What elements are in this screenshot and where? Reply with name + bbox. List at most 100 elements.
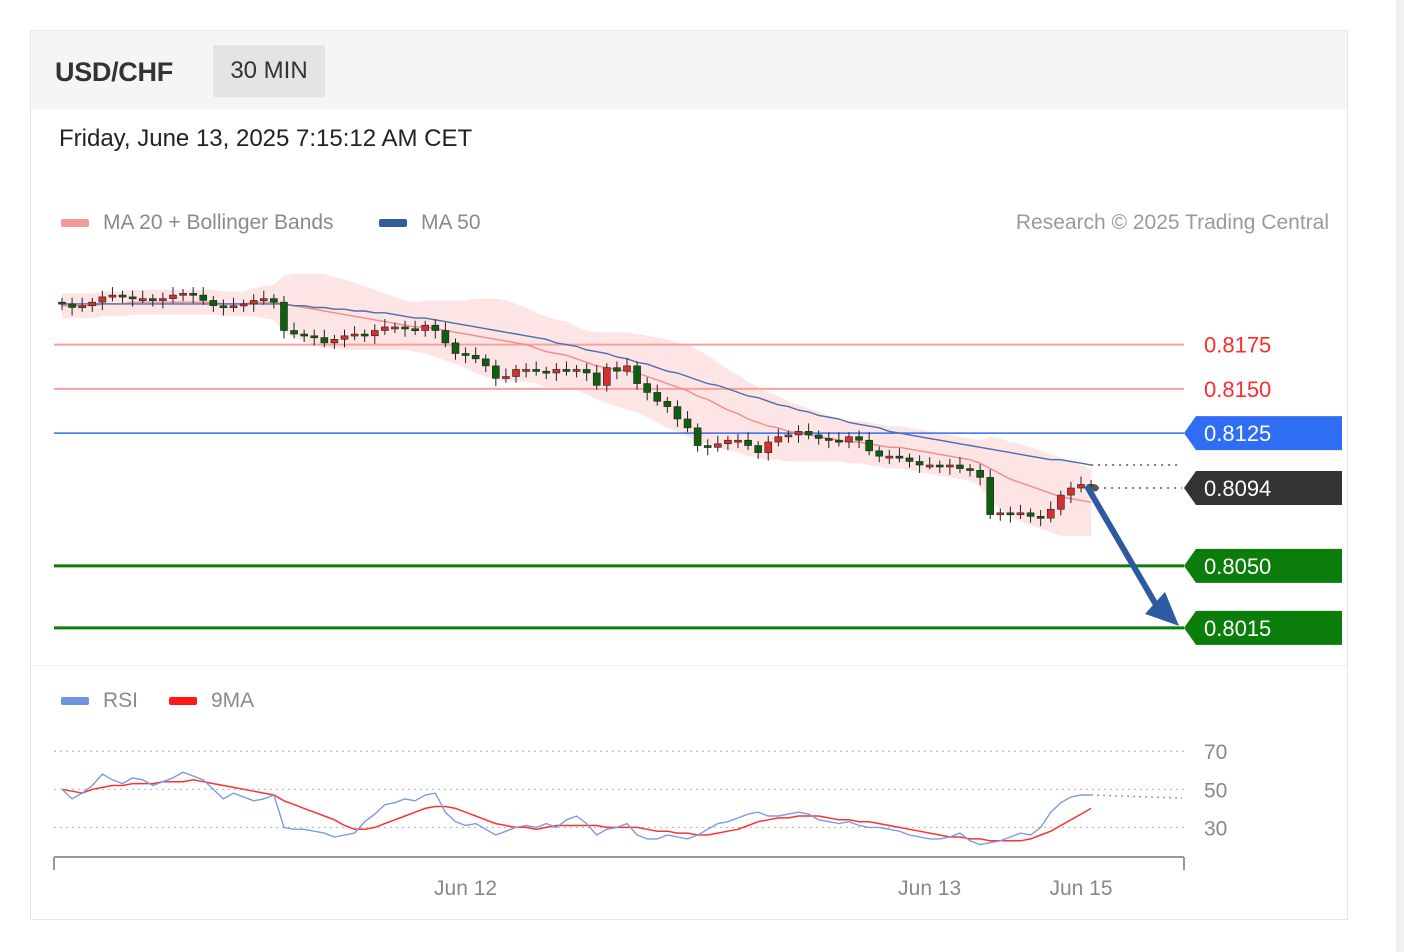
candle-body [108, 294, 117, 298]
candle-body [179, 293, 187, 296]
candle-body [512, 369, 520, 377]
candle-body [461, 353, 470, 356]
candle-body [78, 305, 86, 309]
candle-body [290, 330, 298, 335]
candle-body [623, 365, 631, 372]
level-tag-text-0.8094: 0.8094 [1204, 476, 1271, 501]
bollinger-band-area [62, 273, 1092, 536]
candle-body [663, 400, 672, 407]
candle-body [239, 303, 248, 307]
candle-body [159, 298, 167, 301]
candle-body [865, 439, 873, 452]
candle-body [300, 333, 308, 337]
page-scrollbar[interactable] [1396, 0, 1404, 952]
candle-body [169, 294, 177, 299]
candle-body [976, 470, 984, 478]
candle-body [441, 330, 450, 344]
candle-body [774, 436, 783, 443]
candle-body [855, 436, 863, 441]
candle-body [1006, 512, 1015, 516]
candle-body [68, 303, 76, 308]
candle-body [1057, 494, 1065, 510]
candle-body [381, 326, 389, 331]
candle-body [1016, 512, 1025, 516]
candle-body [1026, 512, 1035, 517]
candle-body [310, 335, 319, 339]
candle-body [411, 328, 419, 332]
candle-body [754, 445, 762, 453]
candle-body [350, 333, 359, 337]
candle-body [219, 305, 228, 309]
candle-body [653, 392, 662, 402]
candle-body [693, 427, 702, 446]
candle-body [613, 367, 621, 372]
candle-body [189, 293, 197, 296]
rsi-tick-label: 30 [1204, 817, 1227, 840]
candle-body [421, 324, 430, 331]
rsi-tick-label: 50 [1204, 779, 1227, 802]
candle-body [744, 439, 752, 446]
candle-body [966, 468, 974, 471]
x-tick-label: Jun 12 [434, 877, 497, 900]
level-label-0.8150: 0.8150 [1204, 377, 1271, 402]
bollinger-bands [62, 273, 1092, 536]
x-axis: Jun 12 Jun 13 Jun 15 [53, 856, 1185, 900]
candle-body [572, 369, 581, 372]
rsi-tick-label: 70 [1204, 741, 1227, 764]
candle-body [481, 358, 490, 367]
candle-body [370, 330, 379, 337]
candle-body [391, 326, 399, 330]
candle-body [532, 369, 540, 372]
candle-body [946, 464, 954, 468]
candle-body [259, 298, 268, 301]
candle-body [935, 464, 944, 468]
candle-body [562, 369, 571, 372]
candle-body [471, 354, 480, 360]
candle-body [835, 439, 843, 443]
candle-body [1036, 516, 1045, 519]
candle-body [925, 464, 934, 468]
rsi-dotted-extension [1091, 794, 1183, 799]
candle-body [956, 464, 964, 469]
candle-body [199, 294, 208, 301]
candle-body [703, 445, 712, 448]
candle-body [401, 326, 409, 330]
candle-body [522, 369, 530, 372]
candle-body [330, 339, 339, 344]
candle [693, 423, 702, 452]
candle-body [98, 296, 107, 303]
candle-body [552, 369, 561, 374]
candle-body [209, 300, 218, 307]
candle-body [118, 294, 127, 298]
candle-body [249, 300, 258, 305]
candle-body [280, 301, 288, 331]
candle-body [88, 301, 97, 307]
candle-body [915, 461, 924, 466]
candle-body [582, 369, 591, 374]
candle-body [804, 431, 813, 436]
candle-body [875, 450, 884, 457]
candle-body [986, 477, 995, 515]
candle-body [885, 455, 894, 459]
level-tag-text-0.8125: 0.8125 [1204, 421, 1271, 446]
candle-body [592, 372, 601, 386]
candle-body [905, 457, 914, 462]
candle-body [128, 296, 137, 300]
candle-body [714, 443, 722, 448]
candle-body [340, 335, 349, 340]
candle-body [895, 455, 904, 459]
candle-body [734, 439, 742, 443]
forecast-arrow-shaft [1085, 485, 1162, 613]
x-tick-label: Jun 13 [898, 877, 961, 900]
candle-body [683, 418, 692, 429]
candle-body [996, 512, 1005, 516]
candle-body [229, 305, 238, 309]
candle-body [360, 333, 369, 337]
candle-body [1067, 487, 1075, 496]
candle-body [673, 406, 682, 420]
level-tags: 0.8175 0.8150 0.8125 0.8094 0.8050 0.8015 [1184, 333, 1342, 645]
candle-body [603, 367, 611, 386]
x-tick-label: Jun 15 [1049, 877, 1112, 900]
candle-body [138, 298, 147, 301]
candle-body [451, 342, 460, 354]
